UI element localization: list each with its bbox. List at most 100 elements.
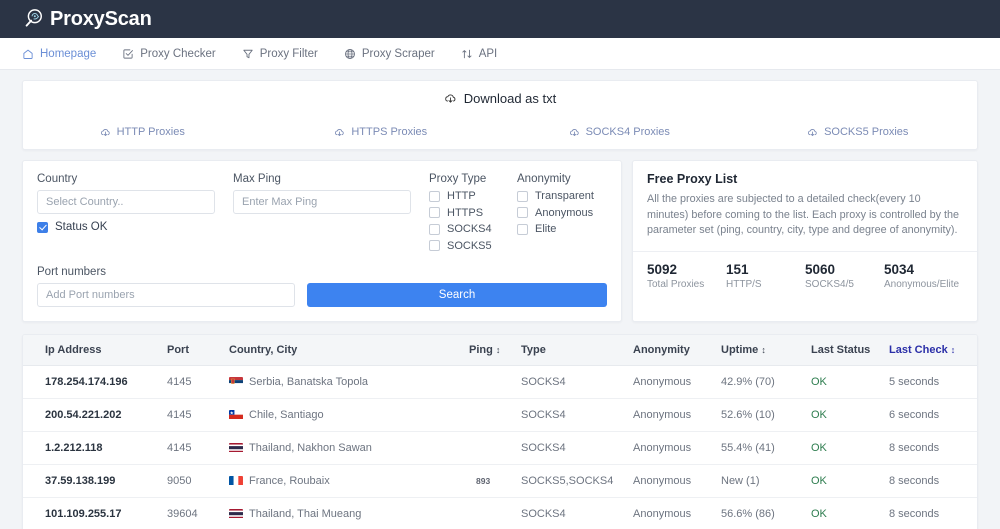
sort-arrows-icon [462,49,472,58]
nav-label: API [478,47,498,60]
col-label: Uptime [721,344,759,356]
globe-icon [344,48,355,59]
col-header-last-check[interactable]: Last Check ↕ [889,335,977,366]
anonymity-elite[interactable]: Elite [517,223,607,235]
download-link-label: SOCKS4 Proxies [585,126,670,138]
cell-last-check: 6 seconds [889,398,977,432]
cell-country-city: Chile, Santiago [229,398,469,432]
stat-total-proxies: 5092 Total Proxies [647,262,726,290]
col-header-anonymity[interactable]: Anonymity [633,335,721,366]
nav-label: Proxy Filter [259,47,318,60]
search-button[interactable]: Search [307,283,607,307]
checkbox-label: SOCKS5 [447,239,492,252]
col-label: Port [167,344,189,356]
country-flag-icon [229,377,243,387]
col-header-port[interactable]: Port [167,335,229,366]
cell-ping: 230 [462,431,521,465]
sort-arrow-icon: ↕ [950,345,956,355]
status-ok-checkbox[interactable]: Status OK [37,221,215,233]
checkbox-box [517,190,528,202]
country-flag-icon [229,443,243,453]
proxy-type-http[interactable]: HTTP [429,190,517,202]
cell-ip-address: 1.2.212.118 [23,431,167,465]
proxy-type-socks4[interactable]: SOCKS4 [429,223,517,235]
nav-item-homepage[interactable]: Homepage [22,48,96,60]
cell-country-city: Thailand, Thai Mueang [229,497,469,529]
anonymity-group: Anonymity Transparent Anonymous Elite [517,173,607,256]
cell-port: 9050 [167,464,229,498]
table-row[interactable]: 37.59.138.1999050 France, Roubaix 893SOCKS… [23,464,977,498]
home-icon [23,49,33,59]
col-label: Ip Address [45,344,102,356]
cell-type: SOCKS4 [521,398,633,432]
cell-port: 4145 [167,365,229,399]
cloud-download-icon [569,128,579,136]
download-title-label: Download as txt [463,90,557,106]
col-header-country-city[interactable]: Country, City [229,335,469,366]
checkbox-label: SOCKS4 [447,223,492,235]
nav-item-proxy-scraper[interactable]: Proxy Scraper [344,48,435,60]
sort-arrow-icon: ↕ [495,345,501,355]
magnifier-fingerprint-icon [25,9,42,27]
geo-label: Chile, Santiago [249,409,324,421]
col-header-last-status[interactable]: Last Status [811,335,889,366]
col-label: Type [521,344,546,356]
cell-ip-address: 101.109.255.17 [23,497,167,529]
proxy-type-socks5[interactable]: SOCKS5 [429,240,517,252]
cell-uptime: 55.4% (41) [721,431,811,465]
proxy-type-group: Proxy Type HTTP HTTPS SOCKS4 SOCKS5 [429,173,517,256]
col-header-uptime[interactable]: Uptime ↕ [721,335,811,366]
nav-item-proxy-filter[interactable]: Proxy Filter [242,48,318,60]
table-header-row: Ip Address Port Country, City Ping ↕ Typ… [23,335,977,366]
col-header-ping[interactable]: Ping ↕ [469,335,521,366]
col-header-ip-address[interactable]: Ip Address [23,335,167,366]
stat-label: SOCKS4/5 [805,278,854,290]
download-socks4-proxies[interactable]: SOCKS4 Proxies [500,126,739,138]
col-header-type[interactable]: Type [521,335,633,366]
cell-type: SOCKS4 [521,431,633,465]
max-ping-label: Max Ping [233,173,281,185]
filters-and-info: Country Status OK Max Ping Proxy Type [22,160,978,322]
table-row[interactable]: 178.254.174.196 4145 Serbia, Banatska Topo… [23,365,977,399]
brand-logo[interactable]: ProxyScan [22,8,152,31]
download-http-proxies[interactable]: HTTP Proxies [23,126,262,138]
cell-last-check: 8 seconds [889,497,977,529]
proxy-type-https[interactable]: HTTPS [429,207,517,219]
country-input[interactable] [37,190,215,214]
nav-item-proxy-checker[interactable]: Proxy Checker [122,47,216,60]
cell-country-city: France, Roubaix [229,464,469,498]
table-row[interactable]: 101.109.255.17 39604 Thailand, Thai Mueang… [23,497,977,529]
cell-ping: 111 [462,398,521,432]
port-numbers-input[interactable] [37,283,295,307]
stat-anonymous-elite: 5034 Anonymous/Elite [884,262,963,290]
download-https-proxies[interactable]: HTTPS Proxies [262,126,501,138]
col-label: Last Status [811,344,871,356]
download-link-label: SOCKS5 Proxies [824,126,909,138]
download-link-label: HTTPS Proxies [351,126,428,138]
geo-label: Serbia, Banatska Topola [249,376,369,388]
nav-label: Proxy Checker [140,47,216,60]
country-flag-icon [229,476,243,486]
stat-value: 5034 [884,261,915,277]
nav-label: Homepage [40,47,97,60]
anonymity-anonymous[interactable]: Anonymous [517,207,607,219]
cell-ping: 44 [464,365,521,399]
table-row[interactable]: 1.2.212.1184145 Thailand, Nakhon Sawan 230… [23,431,977,465]
geo-label: Thailand, Nakhon Sawan [249,442,372,454]
app-header: ProxyScan [0,0,1000,38]
anonymity-transparent[interactable]: Transparent [517,190,607,202]
download-card: Download as txt HTTP Proxies HTTPS Proxi… [22,80,978,150]
checkbox-box [517,223,528,235]
download-socks5-proxies[interactable]: SOCKS5 Proxies [739,126,978,138]
nav-item-api[interactable]: API [461,47,498,60]
filter-panel: Country Status OK Max Ping Proxy Type [22,160,622,322]
max-ping-input[interactable] [233,190,411,214]
cell-port: 4145 [167,431,229,465]
table-row[interactable]: 200.54.221.2024145 Chile, Santiago 111SOCK… [23,398,977,432]
port-numbers-group: Port numbers [37,266,295,307]
funnel-icon [243,49,253,58]
col-label: Last Check [889,344,948,356]
cloud-download-icon [808,128,817,136]
col-label: Anonymity [633,344,690,356]
cell-country-city: Thailand, Nakhon Sawan [229,431,469,465]
